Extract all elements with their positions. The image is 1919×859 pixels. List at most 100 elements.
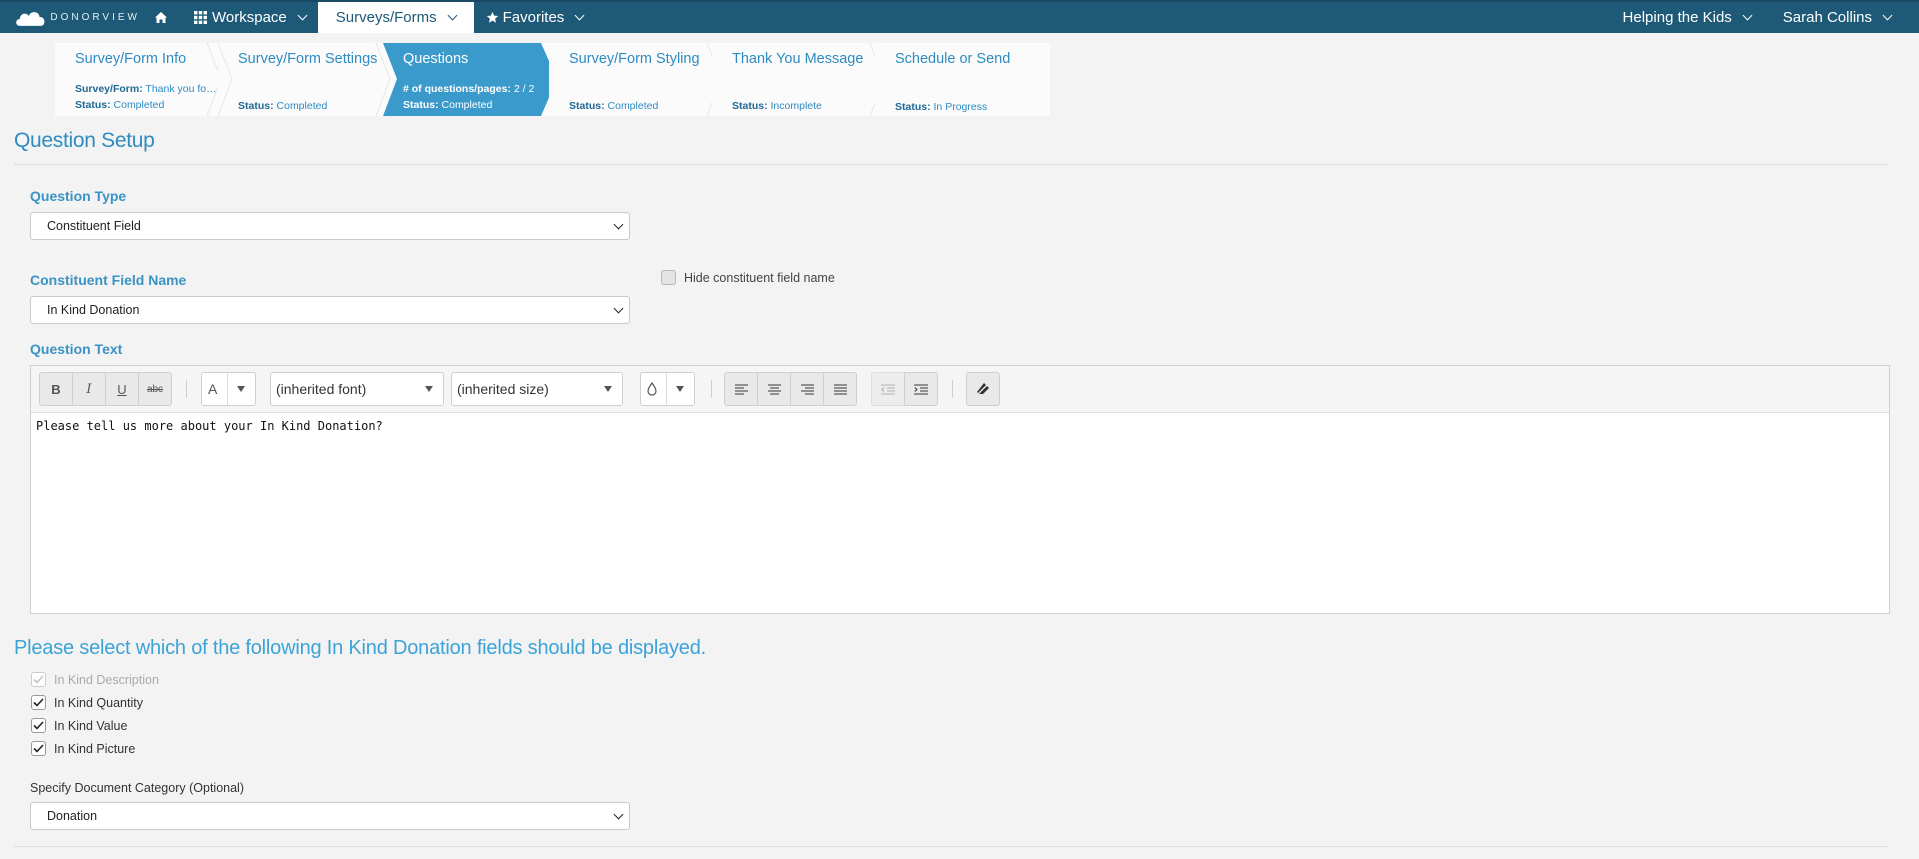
underline-button[interactable]: U	[105, 372, 139, 406]
check-icon[interactable]	[31, 695, 46, 710]
hide-field-name-checkbox[interactable]	[661, 270, 676, 285]
step-status: Status: Completed	[569, 100, 658, 112]
step-status: Status: Incomplete	[732, 100, 822, 112]
constituent-field-name-select[interactable]: In Kind Donation	[30, 296, 630, 324]
clear-formatting-button[interactable]	[966, 372, 1000, 406]
chevron-down-icon	[297, 10, 308, 21]
question-type-select[interactable]: Constituent Field	[30, 212, 630, 240]
organization-menu[interactable]: Helping the Kids	[1607, 2, 1767, 33]
background-color-dropdown[interactable]	[640, 372, 695, 406]
chevron-down-icon	[613, 303, 624, 314]
organization-name: Helping the Kids	[1622, 9, 1732, 26]
align-center-button[interactable]	[757, 372, 791, 406]
font-size-value: (inherited size)	[457, 381, 549, 397]
field-option-label: In Kind Description	[54, 672, 159, 687]
field-option-label: In Kind Value	[54, 718, 128, 733]
outdent-button[interactable]	[871, 372, 905, 406]
chevron-down-icon	[574, 10, 585, 21]
chevron-down-icon	[613, 219, 624, 230]
step-status-value: Completed	[607, 100, 659, 112]
grid-icon	[194, 11, 207, 24]
step-detail: Survey/Form: Thank you for ...	[75, 83, 220, 95]
divider	[14, 846, 1889, 847]
bold-icon: B	[51, 381, 61, 397]
caret-down-icon	[425, 386, 433, 392]
check-icon[interactable]	[31, 718, 46, 733]
donorview-logo[interactable]: DONORVIEW	[0, 2, 140, 33]
font-family-dropdown[interactable]: (inherited font)	[270, 372, 444, 406]
align-right-icon	[800, 383, 814, 395]
step-schedule-or-send[interactable]: Schedule or Send Status: In Progress	[875, 43, 1050, 116]
field-option-in-kind-quantity[interactable]: In Kind Quantity	[31, 695, 143, 710]
step-content: Thank You Message Status: Incomplete	[732, 43, 880, 116]
strikethrough-button[interactable]: abc	[138, 372, 172, 406]
italic-button[interactable]: I	[72, 372, 106, 406]
hide-field-name-label: Hide constituent field name	[684, 270, 835, 285]
step-name: Thank You Message	[732, 51, 864, 67]
step-name: Survey/Form Settings	[238, 51, 378, 67]
hide-constituent-field-name-option[interactable]: Hide constituent field name	[661, 270, 835, 285]
star-icon	[486, 11, 498, 23]
document-category-select[interactable]: Donation	[30, 802, 630, 830]
surveys-forms-menu[interactable]: Surveys/Forms	[317, 2, 474, 33]
indent-button[interactable]	[904, 372, 938, 406]
chevron-down-icon	[447, 10, 458, 21]
user-name: Sarah Collins	[1782, 9, 1872, 26]
field-option-in-kind-value[interactable]: In Kind Value	[31, 718, 127, 733]
font-size-dropdown[interactable]: (inherited size)	[451, 372, 623, 406]
check-icon	[31, 672, 46, 687]
step-name: Questions	[403, 51, 469, 67]
user-menu[interactable]: Sarah Collins	[1767, 2, 1919, 33]
field-option-in-kind-description: In Kind Description	[31, 672, 159, 687]
nav-right-group: Helping the Kids Sarah Collins	[1607, 2, 1919, 33]
align-left-button[interactable]	[724, 372, 758, 406]
eraser-icon	[976, 382, 990, 396]
chevron-down-icon	[1742, 10, 1753, 21]
step-survey-form-info[interactable]: Survey/Form Info Survey/Form: Thank you …	[55, 43, 223, 116]
caret-down-icon	[604, 386, 612, 392]
cloud-logo-icon	[16, 11, 45, 26]
justify-button[interactable]	[823, 372, 857, 406]
align-left-icon	[734, 383, 748, 395]
chevron-down-icon	[1882, 10, 1893, 21]
step-name: Survey/Form Info	[75, 51, 187, 67]
underline-icon: U	[117, 381, 127, 397]
step-status-label: Status:	[732, 100, 768, 112]
question-text-label: Question Text	[30, 341, 123, 357]
editor-toolbar: B I U abc A (inherited font) (inherited …	[31, 366, 1889, 413]
workspace-menu[interactable]: Workspace	[182, 2, 318, 33]
step-status-label: Status:	[403, 99, 439, 111]
constituent-field-name-value: In Kind Donation	[47, 303, 140, 317]
step-name: Schedule or Send	[895, 51, 1011, 67]
step-detail-value: 2 / 2	[513, 83, 535, 95]
step-detail-label: Survey/Form:	[75, 83, 143, 95]
toolbar-separator	[186, 380, 187, 398]
align-right-button[interactable]	[790, 372, 824, 406]
home-button[interactable]	[140, 2, 182, 33]
document-category-label: Specify Document Category (Optional)	[30, 781, 244, 795]
step-content: Survey/Form Styling Status: Completed	[569, 43, 717, 116]
step-survey-form-styling[interactable]: Survey/Form Styling Status: Completed	[549, 43, 723, 116]
field-option-in-kind-picture[interactable]: In Kind Picture	[31, 741, 135, 756]
toolbar-separator	[711, 380, 712, 398]
favorites-menu[interactable]: Favorites	[474, 2, 596, 33]
question-text-content[interactable]: Please tell us more about your In Kind D…	[31, 413, 1889, 439]
check-icon[interactable]	[31, 741, 46, 756]
surveys-forms-label: Surveys/Forms	[335, 9, 437, 26]
font-color-icon: A	[208, 381, 218, 397]
italic-icon: I	[86, 381, 92, 397]
wizard-steps: Survey/Form Info Survey/Form: Thank you …	[55, 43, 1050, 116]
dropdown-divider	[666, 373, 667, 405]
step-status: Status: In Progress	[895, 101, 987, 113]
step-detail: # of questions/pages: 2 / 2	[403, 83, 534, 95]
step-status-label: Status:	[569, 100, 605, 112]
bold-button[interactable]: B	[39, 372, 73, 406]
step-status-value: Completed	[276, 100, 328, 112]
step-questions[interactable]: Questions # of questions/pages: 2 / 2 St…	[383, 43, 558, 116]
step-thank-you-message[interactable]: Thank You Message Status: Incomplete	[712, 43, 886, 116]
step-survey-form-settings[interactable]: Survey/Form Settings Status: Completed	[218, 43, 390, 116]
font-family-value: (inherited font)	[276, 381, 367, 397]
font-color-dropdown[interactable]: A	[201, 372, 256, 406]
indent-icon	[914, 383, 928, 395]
toolbar-separator	[952, 380, 953, 398]
